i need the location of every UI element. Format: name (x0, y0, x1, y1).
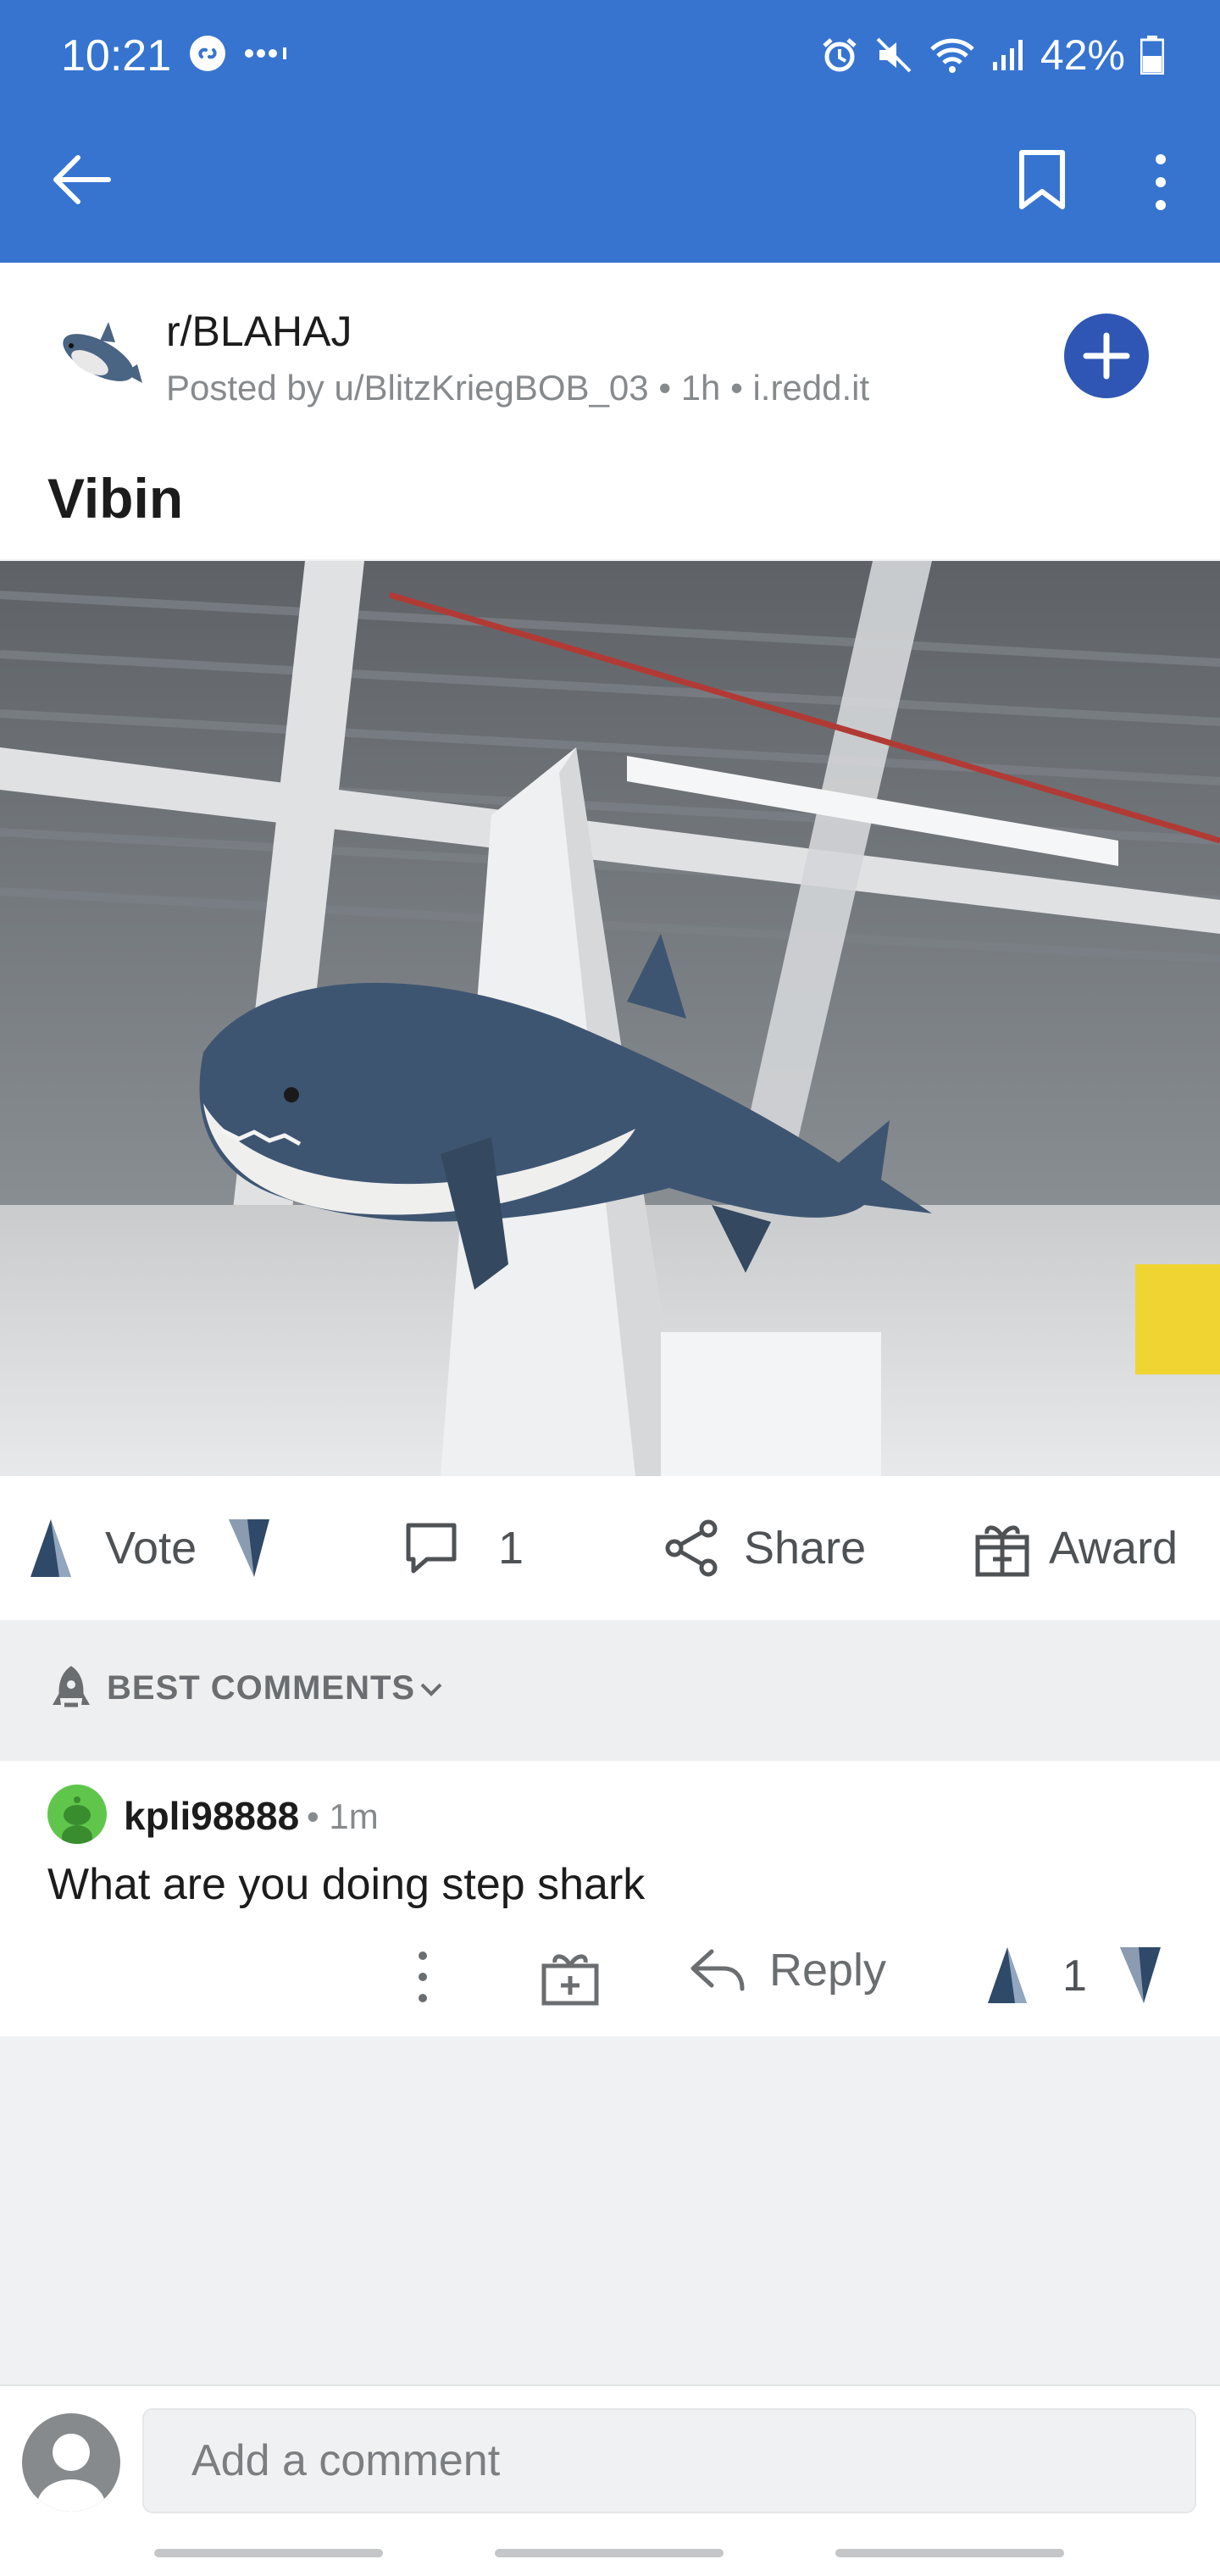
comment-body: What are you doing step shark (47, 1860, 646, 1909)
chevron-down-icon (420, 1683, 442, 1696)
signal-icon (992, 40, 1023, 70)
gift-icon[interactable] (541, 1947, 600, 2007)
comment-score: 1 (1062, 1951, 1087, 2001)
vote-group: Vote (25, 1476, 273, 1620)
more-vertical-icon[interactable] (1144, 153, 1178, 212)
battery-icon (1140, 36, 1164, 75)
snoo-avatar-icon (62, 1796, 92, 1844)
arrow-left-icon[interactable] (47, 146, 115, 214)
comment-actions: Reply 1 (0, 1930, 1220, 2024)
award-button[interactable]: Award (974, 1476, 1178, 1620)
comments-button[interactable]: 1 (402, 1476, 524, 1620)
status-left-icons (188, 34, 295, 73)
comment-sort-bar[interactable]: BEST COMMENTS (0, 1620, 1220, 1761)
reply-button[interactable]: Reply (688, 1944, 886, 1996)
user-avatar-icon (37, 2434, 105, 2512)
comment-input[interactable]: Add a comment (142, 2408, 1196, 2513)
comment-username[interactable]: kpli98888 (124, 1793, 299, 1839)
vote-label: Vote (105, 1523, 197, 1574)
comment-icon (406, 1523, 457, 1574)
comment-time: • 1m (307, 1796, 379, 1836)
reply-arrow-icon (690, 1949, 745, 1991)
shazam-icon (190, 36, 225, 71)
app-bar: 10:21 42% (0, 0, 1220, 263)
nav-gesture-right[interactable] (835, 2549, 1064, 2557)
downvote-shark-icon[interactable] (225, 1516, 273, 1580)
alarm-icon (823, 38, 857, 72)
comment-count: 1 (498, 1523, 524, 1574)
subreddit-name[interactable]: r/BLAHAJ (166, 307, 352, 356)
share-label: Share (744, 1523, 867, 1574)
post-action-bar: Vote 1 Share Award (0, 1476, 1220, 1620)
status-bar: 10:21 42% (0, 0, 1220, 114)
reply-label: Reply (769, 1945, 887, 1996)
mute-icon (876, 37, 912, 73)
subreddit-icon[interactable] (47, 314, 149, 398)
shark-photo (0, 561, 1220, 1476)
nav-gesture-home[interactable] (495, 2549, 724, 2557)
wifi-icon (930, 38, 974, 73)
sort-label: BEST COMMENTS (107, 1669, 416, 1707)
comment-composer: Add a comment (0, 2384, 1220, 2576)
post-image[interactable] (0, 561, 1220, 1476)
avatar[interactable] (47, 1785, 107, 1844)
status-time: 10:21 (61, 31, 172, 80)
more-vertical-icon[interactable] (410, 1949, 435, 2005)
share-icon (665, 1519, 718, 1577)
avatar[interactable] (22, 2413, 120, 2512)
share-button[interactable]: Share (663, 1476, 866, 1620)
plus-icon (1083, 332, 1130, 380)
post-meta[interactable]: Posted by u/BlitzKriegBOB_03 • 1h • i.re… (166, 368, 869, 408)
toolbar (0, 127, 1220, 237)
upvote-shark-icon[interactable] (983, 1944, 1032, 2007)
gift-icon (975, 1525, 1029, 1577)
downvote-shark-icon[interactable] (1117, 1944, 1164, 2007)
award-label: Award (1049, 1523, 1178, 1574)
status-right: 42% (820, 31, 1164, 80)
post-title: Vibin (47, 467, 184, 530)
upvote-shark-icon[interactable] (25, 1516, 76, 1580)
bookmark-icon[interactable] (1017, 149, 1068, 210)
post-header: r/BLAHAJ Posted by u/BlitzKriegBOB_03 • … (0, 263, 1220, 559)
more-notifications-icon (245, 47, 286, 59)
reddit-post-screen: 10:21 42% r/BLAHAJ Posted by u/BlitzKrie… (0, 0, 1220, 2576)
join-button[interactable] (1064, 314, 1149, 398)
nav-gesture-left[interactable] (154, 2549, 383, 2557)
rocket-icon (53, 1666, 90, 1707)
battery-percent: 42% (1040, 31, 1125, 79)
comment-item: kpli98888 • 1m What are you doing step s… (0, 1761, 1220, 2036)
